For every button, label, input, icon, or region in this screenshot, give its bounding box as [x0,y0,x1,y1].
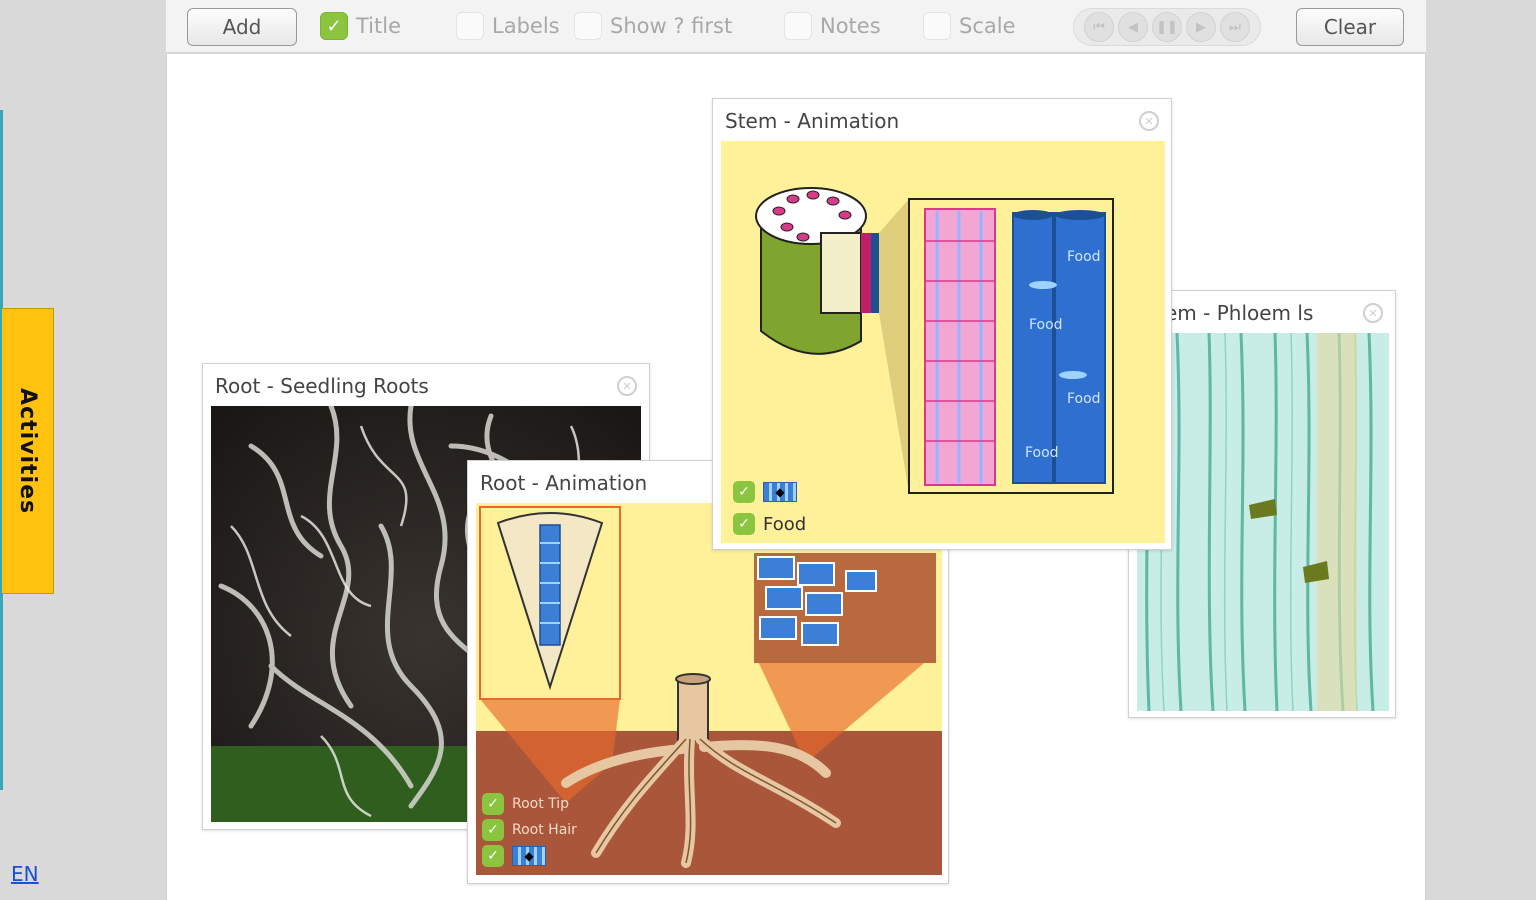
stem-animation-diagram: Food Food Food Food ✓ ◆ ✓ Food [721,141,1165,543]
root-animation-diagram: ✓ Root Tip ✓ Root Hair ✓ ◆ [476,503,942,875]
root-tip-checkbox[interactable]: ✓ [482,793,504,815]
close-icon[interactable]: ✕ [1139,111,1159,131]
xylem-key-checkbox[interactable]: ✓ [733,481,755,503]
panel-stem-animation[interactable]: Stem - Animation ✕ Food Food Food Food ✓… [712,98,1172,550]
stem-animation-options: ✓ ◆ ✓ Food [733,481,806,535]
language-link[interactable]: EN [11,862,39,886]
activities-tab[interactable]: Activities [2,308,54,594]
xylem-key-checkbox[interactable]: ✓ [482,845,504,867]
labels-toggle[interactable]: Labels [456,12,560,40]
root-hair-checkbox[interactable]: ✓ [482,819,504,841]
xylem-key-toggle[interactable]: ✓ ◆ [733,481,806,503]
clear-button[interactable]: Clear [1296,8,1404,46]
scale-toggle[interactable]: Scale [923,12,1016,40]
panel-title: Root - Seedling Roots [215,374,429,398]
food-label: Food [1025,445,1059,461]
root-animation-options: ✓ Root Tip ✓ Root Hair ✓ ◆ [482,793,577,867]
food-checkbox[interactable]: ✓ [733,513,755,535]
title-checkbox[interactable]: ✓ [320,12,348,40]
step-forward-icon[interactable]: ▶ [1186,12,1216,42]
pause-icon[interactable]: ❚❚ [1152,12,1182,42]
food-label: Food [1067,249,1101,265]
skip-forward-icon[interactable]: ⏭ [1220,12,1250,42]
food-toggle[interactable]: ✓ Food [733,513,806,535]
show-first-toggle[interactable]: Show ? first [574,12,732,40]
playback-controls: ⏮ ◀ ❚❚ ▶ ⏭ [1073,8,1261,46]
scale-checkbox[interactable] [923,12,951,40]
food-label: Food [1067,391,1101,407]
labels-checkbox[interactable] [456,12,484,40]
notes-toggle[interactable]: Notes [784,12,881,40]
labels-toggle-label: Labels [492,14,560,38]
panel-title: Stem - Animation [725,109,900,133]
panel-title: Root - Animation [480,471,648,495]
skip-back-icon[interactable]: ⏮ [1084,12,1114,42]
title-toggle-label: Title [356,14,402,38]
side-rail: Activities EN [0,0,166,900]
show-first-toggle-label: Show ? first [610,14,733,38]
activities-label: Activities [15,387,40,515]
xylem-key-icon: ◆ [512,846,546,866]
phloem-micrograph [1137,333,1389,711]
xylem-key-toggle[interactable]: ✓ ◆ [482,845,577,867]
food-label: Food [1029,317,1063,333]
title-toggle[interactable]: ✓ Title [320,12,401,40]
step-back-icon[interactable]: ◀ [1118,12,1148,42]
xylem-key-icon: ◆ [763,482,797,502]
food-toggle-label: Food [763,513,807,535]
scale-toggle-label: Scale [959,14,1016,38]
add-button[interactable]: Add [187,8,297,46]
toolbar: Add ✓ Title Labels Show ? first Notes Sc… [166,0,1426,54]
root-hair-label: Root Hair [512,822,577,838]
close-icon[interactable]: ✕ [617,376,637,396]
root-tip-label: Root Tip [512,796,570,812]
panel-title: em - Phloem ls [1165,301,1314,325]
root-hair-toggle[interactable]: ✓ Root Hair [482,819,577,841]
notes-toggle-label: Notes [820,14,881,38]
close-icon[interactable]: ✕ [1363,303,1383,323]
root-tip-toggle[interactable]: ✓ Root Tip [482,793,577,815]
show-first-checkbox[interactable] [574,12,602,40]
right-gutter [1426,0,1536,900]
notes-checkbox[interactable] [784,12,812,40]
